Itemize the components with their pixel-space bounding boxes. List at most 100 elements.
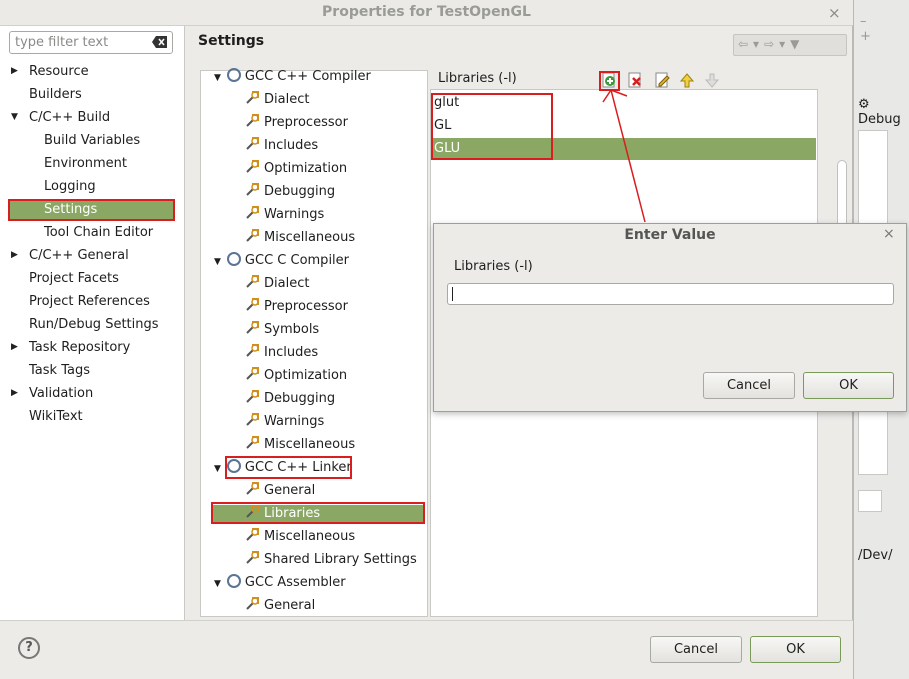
- tree-item-general[interactable]: General: [245, 594, 315, 617]
- tool-gear-icon: [226, 252, 241, 266]
- tree-item-includes[interactable]: Includes: [245, 341, 318, 364]
- nav-item-resource[interactable]: Resource: [29, 61, 89, 82]
- nav-item-validation[interactable]: Validation: [29, 383, 93, 404]
- settings-page-icon: [246, 528, 259, 541]
- enter-value-cancel-button[interactable]: Cancel: [703, 372, 795, 399]
- tree-item-label: General: [264, 598, 316, 613]
- filter-input[interactable]: type filter text: [9, 31, 173, 54]
- enter-value-close-icon[interactable]: ×: [883, 226, 895, 242]
- collapse-arrow-icon[interactable]: ▼: [214, 579, 221, 589]
- expand-arrow-icon[interactable]: ▶: [11, 342, 18, 352]
- tool-gear-icon: [226, 459, 241, 473]
- tree-item-warnings[interactable]: Warnings: [245, 203, 324, 226]
- tree-item-miscellaneous[interactable]: Miscellaneous: [245, 433, 355, 456]
- nav-item-c-c-general[interactable]: C/C++ General: [29, 245, 129, 266]
- nav-item-logging[interactable]: Logging: [44, 176, 96, 197]
- settings-page-icon: [246, 206, 259, 219]
- collapse-arrow-icon[interactable]: ▼: [214, 464, 221, 474]
- tree-item-preprocessor[interactable]: Preprocessor: [245, 111, 348, 134]
- enter-value-ok-button[interactable]: OK: [803, 372, 894, 399]
- tree-item-debugging[interactable]: Debugging: [245, 180, 335, 203]
- tree-item-label: Optimization: [264, 161, 348, 176]
- tree-tool-gcc-assembler[interactable]: ▼ GCC Assembler: [214, 571, 346, 594]
- nav-item-settings[interactable]: Settings: [44, 199, 97, 220]
- collapse-arrow-icon[interactable]: ▼: [214, 73, 221, 83]
- tree-item-preprocessor[interactable]: Preprocessor: [245, 295, 348, 318]
- tree-item-label: Preprocessor: [264, 299, 348, 314]
- collapse-arrow-icon[interactable]: ▼: [11, 112, 18, 122]
- expand-arrow-icon[interactable]: ▶: [11, 66, 18, 76]
- nav-item-tool-chain-editor[interactable]: Tool Chain Editor: [44, 222, 153, 243]
- settings-page-icon: [246, 390, 259, 403]
- nav-item-build-variables[interactable]: Build Variables: [44, 130, 140, 151]
- nav-item-c-c-build[interactable]: C/C++ Build: [29, 107, 110, 128]
- expand-arrow-icon[interactable]: ▶: [11, 388, 18, 398]
- move-up-icon[interactable]: [679, 72, 696, 89]
- settings-page-icon: [246, 436, 259, 449]
- tree-item-optimization[interactable]: Optimization: [245, 157, 347, 180]
- debug-tab[interactable]: ⚙ Debug: [858, 97, 909, 127]
- tool-gear-icon: [226, 68, 241, 82]
- tree-item-miscellaneous[interactable]: Miscellaneous: [245, 525, 355, 548]
- collapse-arrow-icon[interactable]: ▼: [214, 257, 221, 267]
- nav-item-environment[interactable]: Environment: [44, 153, 127, 174]
- cancel-button[interactable]: Cancel: [650, 636, 742, 663]
- clear-filter-glyph: [152, 36, 167, 48]
- bg-button: [858, 490, 882, 512]
- tree-item-debugging[interactable]: Debugging: [245, 387, 335, 410]
- history-nav-buttons[interactable]: ⇦▾⇨▾▼: [733, 34, 847, 56]
- tree-item-label: Miscellaneous: [264, 529, 356, 544]
- ok-button[interactable]: OK: [750, 636, 841, 663]
- tree-item-label: General: [264, 483, 316, 498]
- tool-gear-icon: [226, 574, 241, 588]
- tree-tool-gcc-c-linker[interactable]: ▼ GCC C++ Linker: [214, 456, 352, 479]
- tree-tool-gcc-c-compiler[interactable]: ▼ GCC C++ Compiler: [214, 65, 371, 88]
- tree-item-label: Warnings: [264, 207, 325, 222]
- help-icon[interactable]: ?: [18, 637, 40, 659]
- tree-item-label: Includes: [264, 138, 319, 153]
- page-title: Settings: [198, 33, 265, 49]
- nav-item-run-debug-settings[interactable]: Run/Debug Settings: [29, 314, 159, 335]
- tree-tool-gcc-c-compiler[interactable]: ▼ GCC C Compiler: [214, 249, 349, 272]
- libraries-header-label: Libraries (-l): [438, 71, 517, 86]
- move-up-glyph: [679, 73, 695, 88]
- expand-arrow-icon[interactable]: ▶: [11, 250, 18, 260]
- library-value-input[interactable]: [447, 283, 894, 305]
- close-icon[interactable]: ×: [828, 4, 841, 22]
- tree-tool-label: GCC C Compiler: [244, 253, 350, 268]
- tree-tool-label: GCC Assembler: [244, 575, 346, 590]
- debug-tab-label: Debug: [858, 112, 901, 127]
- nav-item-task-repository[interactable]: Task Repository: [29, 337, 130, 358]
- tree-item-libraries[interactable]: Libraries: [245, 502, 320, 525]
- settings-page-icon: [246, 160, 259, 173]
- tree-item-general[interactable]: General: [245, 479, 315, 502]
- tree-item-shared-library-settings[interactable]: Shared Library Settings: [245, 548, 417, 571]
- tree-item-dialect[interactable]: Dialect: [245, 272, 309, 295]
- window-title: Properties for TestOpenGL: [322, 4, 531, 20]
- tree-item-miscellaneous[interactable]: Miscellaneous: [245, 226, 355, 249]
- nav-item-wikitext[interactable]: WikiText: [29, 406, 83, 427]
- tree-item-label: Libraries: [264, 506, 321, 521]
- clear-filter-icon[interactable]: [152, 35, 168, 49]
- tree-tool-label: GCC C++ Compiler: [244, 69, 371, 84]
- tree-item-symbols[interactable]: Symbols: [245, 318, 319, 341]
- nav-item-task-tags[interactable]: Task Tags: [29, 360, 90, 381]
- tree-item-dialect[interactable]: Dialect: [245, 88, 309, 111]
- settings-page-icon: [246, 275, 259, 288]
- tree-item-warnings[interactable]: Warnings: [245, 410, 324, 433]
- nav-item-builders[interactable]: Builders: [29, 84, 82, 105]
- tree-item-label: Debugging: [264, 184, 336, 199]
- tree-item-optimization[interactable]: Optimization: [245, 364, 347, 387]
- tree-item-label: Symbols: [264, 322, 320, 337]
- tree-gutter: [186, 70, 199, 617]
- tree-item-label: Miscellaneous: [264, 437, 356, 452]
- text-cursor: [452, 287, 453, 301]
- move-down-glyph: [704, 73, 720, 88]
- tree-item-includes[interactable]: Includes: [245, 134, 318, 157]
- tree-item-label: Dialect: [264, 92, 310, 107]
- move-down-icon[interactable]: [704, 72, 721, 89]
- tree-item-label: Preprocessor: [264, 115, 348, 130]
- tree-item-label: Shared Library Settings: [264, 552, 417, 567]
- nav-item-project-facets[interactable]: Project Facets: [29, 268, 119, 289]
- nav-item-project-references[interactable]: Project References: [29, 291, 150, 312]
